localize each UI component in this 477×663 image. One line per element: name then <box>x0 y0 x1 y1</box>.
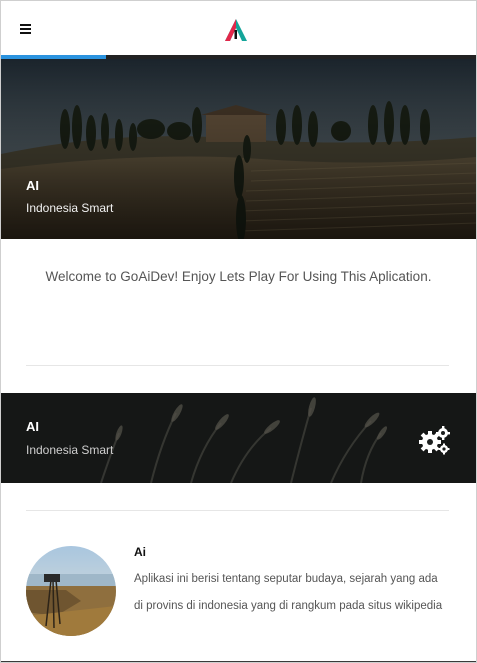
article-description-line-1: Aplikasi ini berisi tentang seputar buda… <box>134 573 438 585</box>
app-logo[interactable] <box>223 17 249 43</box>
band-title: AI <box>26 419 39 434</box>
divider <box>26 510 449 511</box>
app-window: AI Indonesia Smart Welcome to GoAiDev! E… <box>0 0 477 663</box>
lake-photo <box>26 546 116 636</box>
gears-icon[interactable] <box>417 424 451 456</box>
article-description-line-2: di provins di indonesia yang di rangkum … <box>134 600 443 612</box>
article-thumbnail[interactable] <box>26 546 116 636</box>
feature-band[interactable]: AI Indonesia Smart <box>1 393 476 483</box>
band-subtitle: Indonesia Smart <box>26 443 114 457</box>
welcome-message: Welcome to GoAiDev! Enjoy Lets Play For … <box>45 269 432 284</box>
hamburger-menu-icon[interactable] <box>15 18 37 40</box>
hero-subtitle: Indonesia Smart <box>26 201 114 215</box>
hero-banner[interactable]: AI Indonesia Smart <box>1 59 476 239</box>
top-app-bar <box>1 1 476 56</box>
wheat-background-image <box>1 393 476 483</box>
article-title: Ai <box>134 545 146 559</box>
divider <box>26 365 449 366</box>
hero-title: AI <box>26 178 39 193</box>
